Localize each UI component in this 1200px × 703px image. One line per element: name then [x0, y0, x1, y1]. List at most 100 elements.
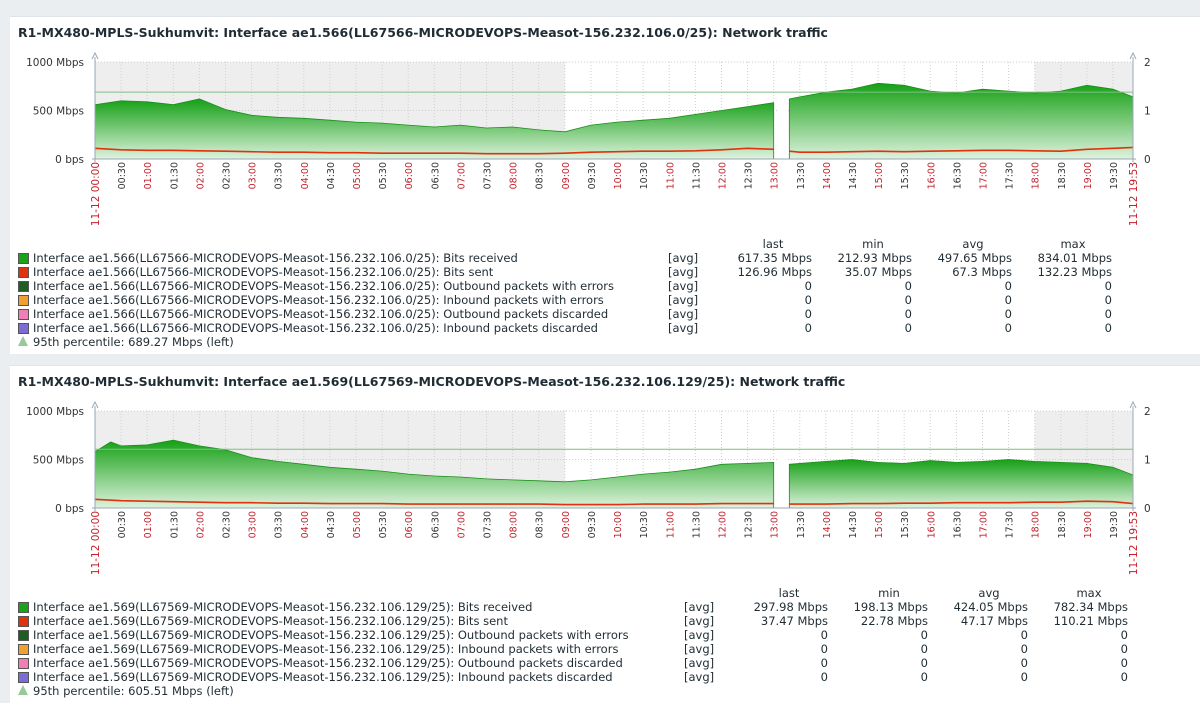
- legend-header-last: last: [762, 237, 784, 251]
- legend-swatch: [18, 616, 29, 627]
- x-tick-label: 09:00: [561, 511, 572, 538]
- x-tick-label: 19:30: [1109, 511, 1120, 538]
- x-tick-label: 13:00: [770, 511, 781, 538]
- x-tick-label: 05:00: [352, 511, 363, 538]
- legend-value-avg: 0: [1004, 279, 1012, 293]
- legend-item-func: [avg]: [668, 307, 699, 321]
- legend-value-last: 0: [820, 656, 828, 670]
- x-tick-label: 04:00: [300, 511, 311, 538]
- legend-value-min: 22.78 Mbps: [860, 614, 928, 628]
- legend-value-avg: 67.3 Mbps: [952, 265, 1012, 279]
- x-tick-label: 15:30: [900, 162, 911, 189]
- legend-swatch: [18, 309, 29, 320]
- x-tick-label: 11:30: [691, 162, 702, 189]
- data-gap: [777, 62, 786, 159]
- x-tick-label: 07:30: [483, 511, 494, 538]
- legend-value-last: 617.35 Mbps: [737, 251, 812, 265]
- legend-header-min: min: [878, 586, 900, 600]
- legend-item-name: Interface ae1.569(LL67569-MICRODEVOPS-Me…: [33, 600, 533, 614]
- x-tick-label: 13:30: [796, 511, 807, 538]
- graph-panel-1: R1-MX480-MPLS-Sukhumvit: Interface ae1.5…: [10, 16, 1200, 354]
- x-tick-label: 04:30: [326, 511, 337, 538]
- legend-item-name: Interface ae1.566(LL67566-MICRODEVOPS-Me…: [33, 279, 614, 293]
- x-tick-label: 16:30: [952, 511, 963, 538]
- x-tick-label: 03:30: [274, 162, 285, 189]
- x-tick-label: 08:00: [509, 162, 520, 189]
- legend-value-avg: 0: [1020, 670, 1028, 684]
- legend-item: Interface ae1.566(LL67566-MICRODEVOPS-Me…: [18, 279, 1198, 293]
- x-tick-label: 17:30: [1005, 511, 1016, 538]
- legend-value-min: 0: [920, 628, 928, 642]
- legend-item: Interface ae1.569(LL67569-MICRODEVOPS-Me…: [18, 600, 1198, 614]
- legend-value-last: 0: [820, 670, 828, 684]
- x-tick-label: 02:30: [222, 162, 233, 189]
- x-tick-label: 02:00: [195, 511, 206, 538]
- legend-item-func: [avg]: [668, 265, 699, 279]
- legend-item-func: [avg]: [684, 670, 715, 684]
- legend-item-func: [avg]: [684, 642, 715, 656]
- legend-value-avg: 0: [1020, 628, 1028, 642]
- legend-header-max: max: [1060, 237, 1086, 251]
- legend-item-name: Interface ae1.569(LL67569-MICRODEVOPS-Me…: [33, 614, 508, 628]
- x-tick-label: 18:00: [1031, 511, 1042, 538]
- legend-item: Interface ae1.566(LL67566-MICRODEVOPS-Me…: [18, 321, 1198, 335]
- legend-value-max: 110.21 Mbps: [1053, 614, 1128, 628]
- x-tick-label: 06:30: [430, 162, 441, 189]
- x-tick-label: 17:30: [1005, 162, 1016, 189]
- data-gap: [777, 411, 786, 508]
- legend-value-avg: 497.65 Mbps: [937, 251, 1012, 265]
- legend-value-min: 0: [904, 293, 912, 307]
- legend-item-func: [avg]: [684, 628, 715, 642]
- x-tick-label: 04:30: [326, 162, 337, 189]
- legend-value-last: 0: [804, 279, 812, 293]
- traffic-chart[interactable]: 0 bps 500 Mbps 1000 Mbps 0 1 2 11-12 00:00 00:3…: [10, 17, 1200, 247]
- x-tick-label: 14:30: [848, 162, 859, 189]
- x-tick-label: 09:00: [561, 162, 572, 189]
- legend-value-min: 0: [920, 670, 928, 684]
- legend-item-func: [avg]: [684, 614, 715, 628]
- x-tick-label: 12:30: [744, 511, 755, 538]
- x-tick-label: 03:00: [248, 511, 259, 538]
- legend-value-min: 0: [904, 279, 912, 293]
- x-tick-label: 16:30: [952, 162, 963, 189]
- legend-value-avg: 0: [1004, 293, 1012, 307]
- x-tick-label: 03:00: [248, 162, 259, 189]
- triangle-icon: [18, 685, 28, 695]
- legend-header-max: max: [1076, 586, 1102, 600]
- legend-value-min: 0: [920, 656, 928, 670]
- legend-swatch: [18, 658, 29, 669]
- x-tick-label: 18:30: [1057, 162, 1068, 189]
- legend-value-last: 0: [804, 307, 812, 321]
- x-tick-label: 19:00: [1083, 511, 1094, 538]
- y-tick-label: 0 bps: [55, 154, 84, 166]
- y-tick-label-right: 0: [1144, 154, 1151, 166]
- legend-swatch: [18, 630, 29, 641]
- legend-value-max: 0: [1120, 670, 1128, 684]
- legend-item-func: [avg]: [684, 600, 715, 614]
- x-tick-label: 08:00: [509, 511, 520, 538]
- legend-value-max: 0: [1120, 656, 1128, 670]
- y-tick-label: 1000 Mbps: [26, 406, 84, 418]
- percentile-label: 95th percentile: 605.51 Mbps (left): [33, 684, 234, 698]
- x-tick-label: 17:00: [978, 162, 989, 189]
- x-tick-label: 02:30: [222, 511, 233, 538]
- x-tick-label: 11:00: [665, 511, 676, 538]
- y-tick-label: 1000 Mbps: [26, 57, 84, 69]
- legend-value-last: 297.98 Mbps: [753, 600, 828, 614]
- x-tick-label: 09:30: [587, 162, 598, 189]
- legend-value-avg: 424.05 Mbps: [953, 600, 1028, 614]
- x-tick-label: 14:00: [822, 511, 833, 538]
- y-tick-label: 0 bps: [55, 503, 84, 515]
- y-tick-label-right: 1: [1144, 455, 1151, 467]
- x-tick-label: 05:30: [378, 162, 389, 189]
- legend-value-min: 0: [904, 321, 912, 335]
- traffic-chart[interactable]: 0 bps 500 Mbps 1000 Mbps 0 1 2 11-12 00:00 00:3…: [10, 366, 1200, 596]
- x-tick-label: 12:00: [717, 162, 728, 189]
- legend: last min avg max Interface ae1.569(LL67569-M…: [18, 586, 1198, 701]
- x-tick-label: 11-12 19:53: [1128, 162, 1140, 226]
- legend-item-func: [avg]: [668, 279, 699, 293]
- x-tick-label: 09:30: [587, 511, 598, 538]
- legend-value-avg: 47.17 Mbps: [960, 614, 1028, 628]
- legend-swatch: [18, 602, 29, 613]
- x-tick-label: 08:30: [535, 511, 546, 538]
